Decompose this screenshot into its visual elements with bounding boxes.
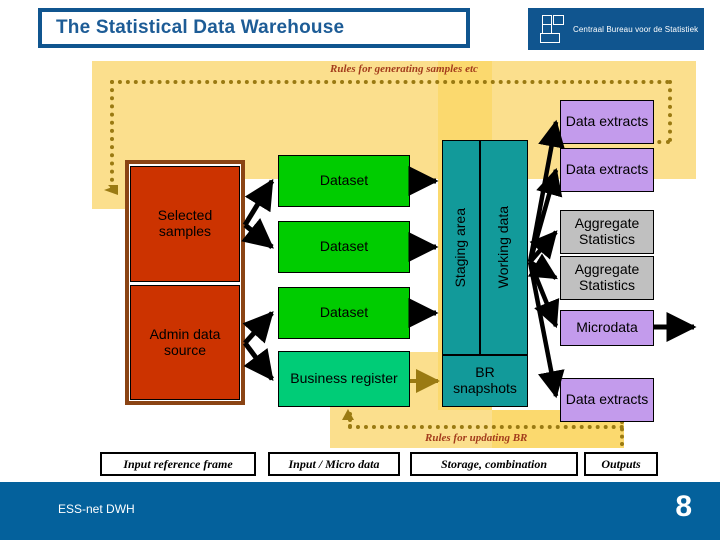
dotted-path-bottom-right-vertical: [620, 420, 624, 446]
cbs-logo-icon: [540, 15, 566, 43]
legend-outputs: Outputs: [584, 452, 658, 476]
dotted-path-top-left-vertical: [110, 80, 114, 190]
page-number: 8: [675, 490, 692, 523]
output-data-extracts-1[interactable]: Data extracts: [560, 100, 654, 144]
business-register-box[interactable]: Business register: [278, 351, 410, 407]
output-microdata[interactable]: Microdata: [560, 310, 654, 346]
dotted-path-top-horizontal: [110, 80, 670, 84]
output-aggregate-statistics-1[interactable]: Aggregate Statistics: [560, 210, 654, 254]
dotted-path-bottom-left-vertical: [348, 412, 352, 428]
staging-area-label: Staging area: [452, 207, 469, 288]
output-data-extracts-3[interactable]: Data extracts: [560, 378, 654, 422]
cbs-logo-text: Centraal Bureau voor de Statistiek: [573, 24, 699, 34]
working-data-label: Working data: [495, 206, 512, 289]
br-snapshots-box[interactable]: BR snapshots: [442, 355, 528, 407]
working-data-box[interactable]: Working data: [480, 140, 528, 355]
dataset-box-2[interactable]: Dataset: [278, 221, 410, 273]
rules-caption-top: Rules for generating samples etc: [330, 63, 478, 75]
dataset-box-1[interactable]: Dataset: [278, 155, 410, 207]
staging-area-box[interactable]: Staging area: [442, 140, 480, 355]
output-data-extracts-2[interactable]: Data extracts: [560, 148, 654, 192]
output-aggregate-statistics-2[interactable]: Aggregate Statistics: [560, 256, 654, 300]
dotted-path-top-right-vertical: [668, 80, 672, 142]
footer-bar: ESS-net DWH 8: [0, 482, 720, 540]
footer-project-label: ESS-net DWH: [58, 502, 135, 516]
page-title-bar: The Statistical Data Warehouse: [38, 8, 470, 48]
rules-caption-bottom: Rules for updating BR: [425, 432, 528, 444]
selected-samples-box[interactable]: Selected samples: [130, 166, 240, 282]
page-title: The Statistical Data Warehouse: [56, 17, 345, 38]
legend-input-micro-data: Input / Micro data: [268, 452, 400, 476]
legend-storage-combination: Storage, combination: [410, 452, 578, 476]
legend-input-reference-frame: Input reference frame: [100, 452, 256, 476]
dataset-box-3[interactable]: Dataset: [278, 287, 410, 339]
cbs-logo-block: Centraal Bureau voor de Statistiek: [528, 8, 704, 50]
admin-data-source-box[interactable]: Admin data source: [130, 285, 240, 400]
dotted-path-bottom-horizontal: [348, 425, 624, 429]
